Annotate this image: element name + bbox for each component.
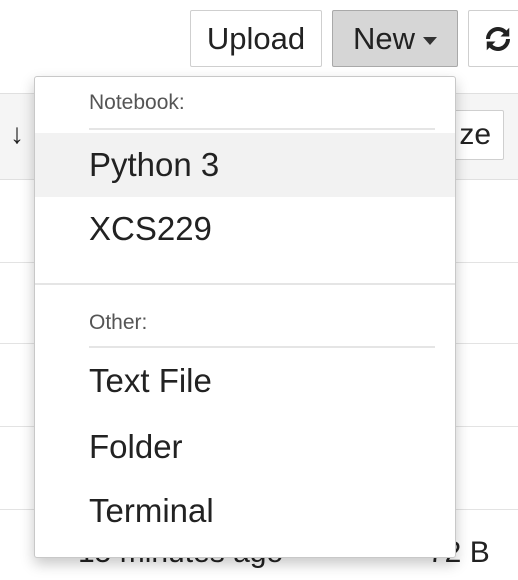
upload-button[interactable]: Upload <box>190 10 322 67</box>
menu-item-folder[interactable]: Folder <box>35 415 455 479</box>
new-button-label: New <box>352 21 415 56</box>
menu-divider <box>35 283 455 285</box>
menu-item-python3[interactable]: Python 3 <box>35 133 455 197</box>
refresh-button[interactable] <box>468 10 518 67</box>
menu-item-terminal[interactable]: Terminal <box>35 479 455 543</box>
upload-button-label: Upload <box>206 21 306 56</box>
section-rule <box>89 128 435 130</box>
new-dropdown-menu: Notebook: Python 3 XCS229 Other: Text Fi… <box>34 76 456 558</box>
new-dropdown-button[interactable]: New <box>332 10 458 67</box>
other-section-header: Other: <box>89 311 148 334</box>
caret-down-icon <box>423 36 437 45</box>
menu-item-xcs229[interactable]: XCS229 <box>35 197 455 261</box>
menu-item-text-file[interactable]: Text File <box>35 349 455 413</box>
notebook-section-header: Notebook: <box>89 91 185 114</box>
section-rule <box>89 346 435 348</box>
sort-arrow-down-icon[interactable]: ↓ <box>10 118 24 150</box>
refresh-icon <box>486 26 510 51</box>
